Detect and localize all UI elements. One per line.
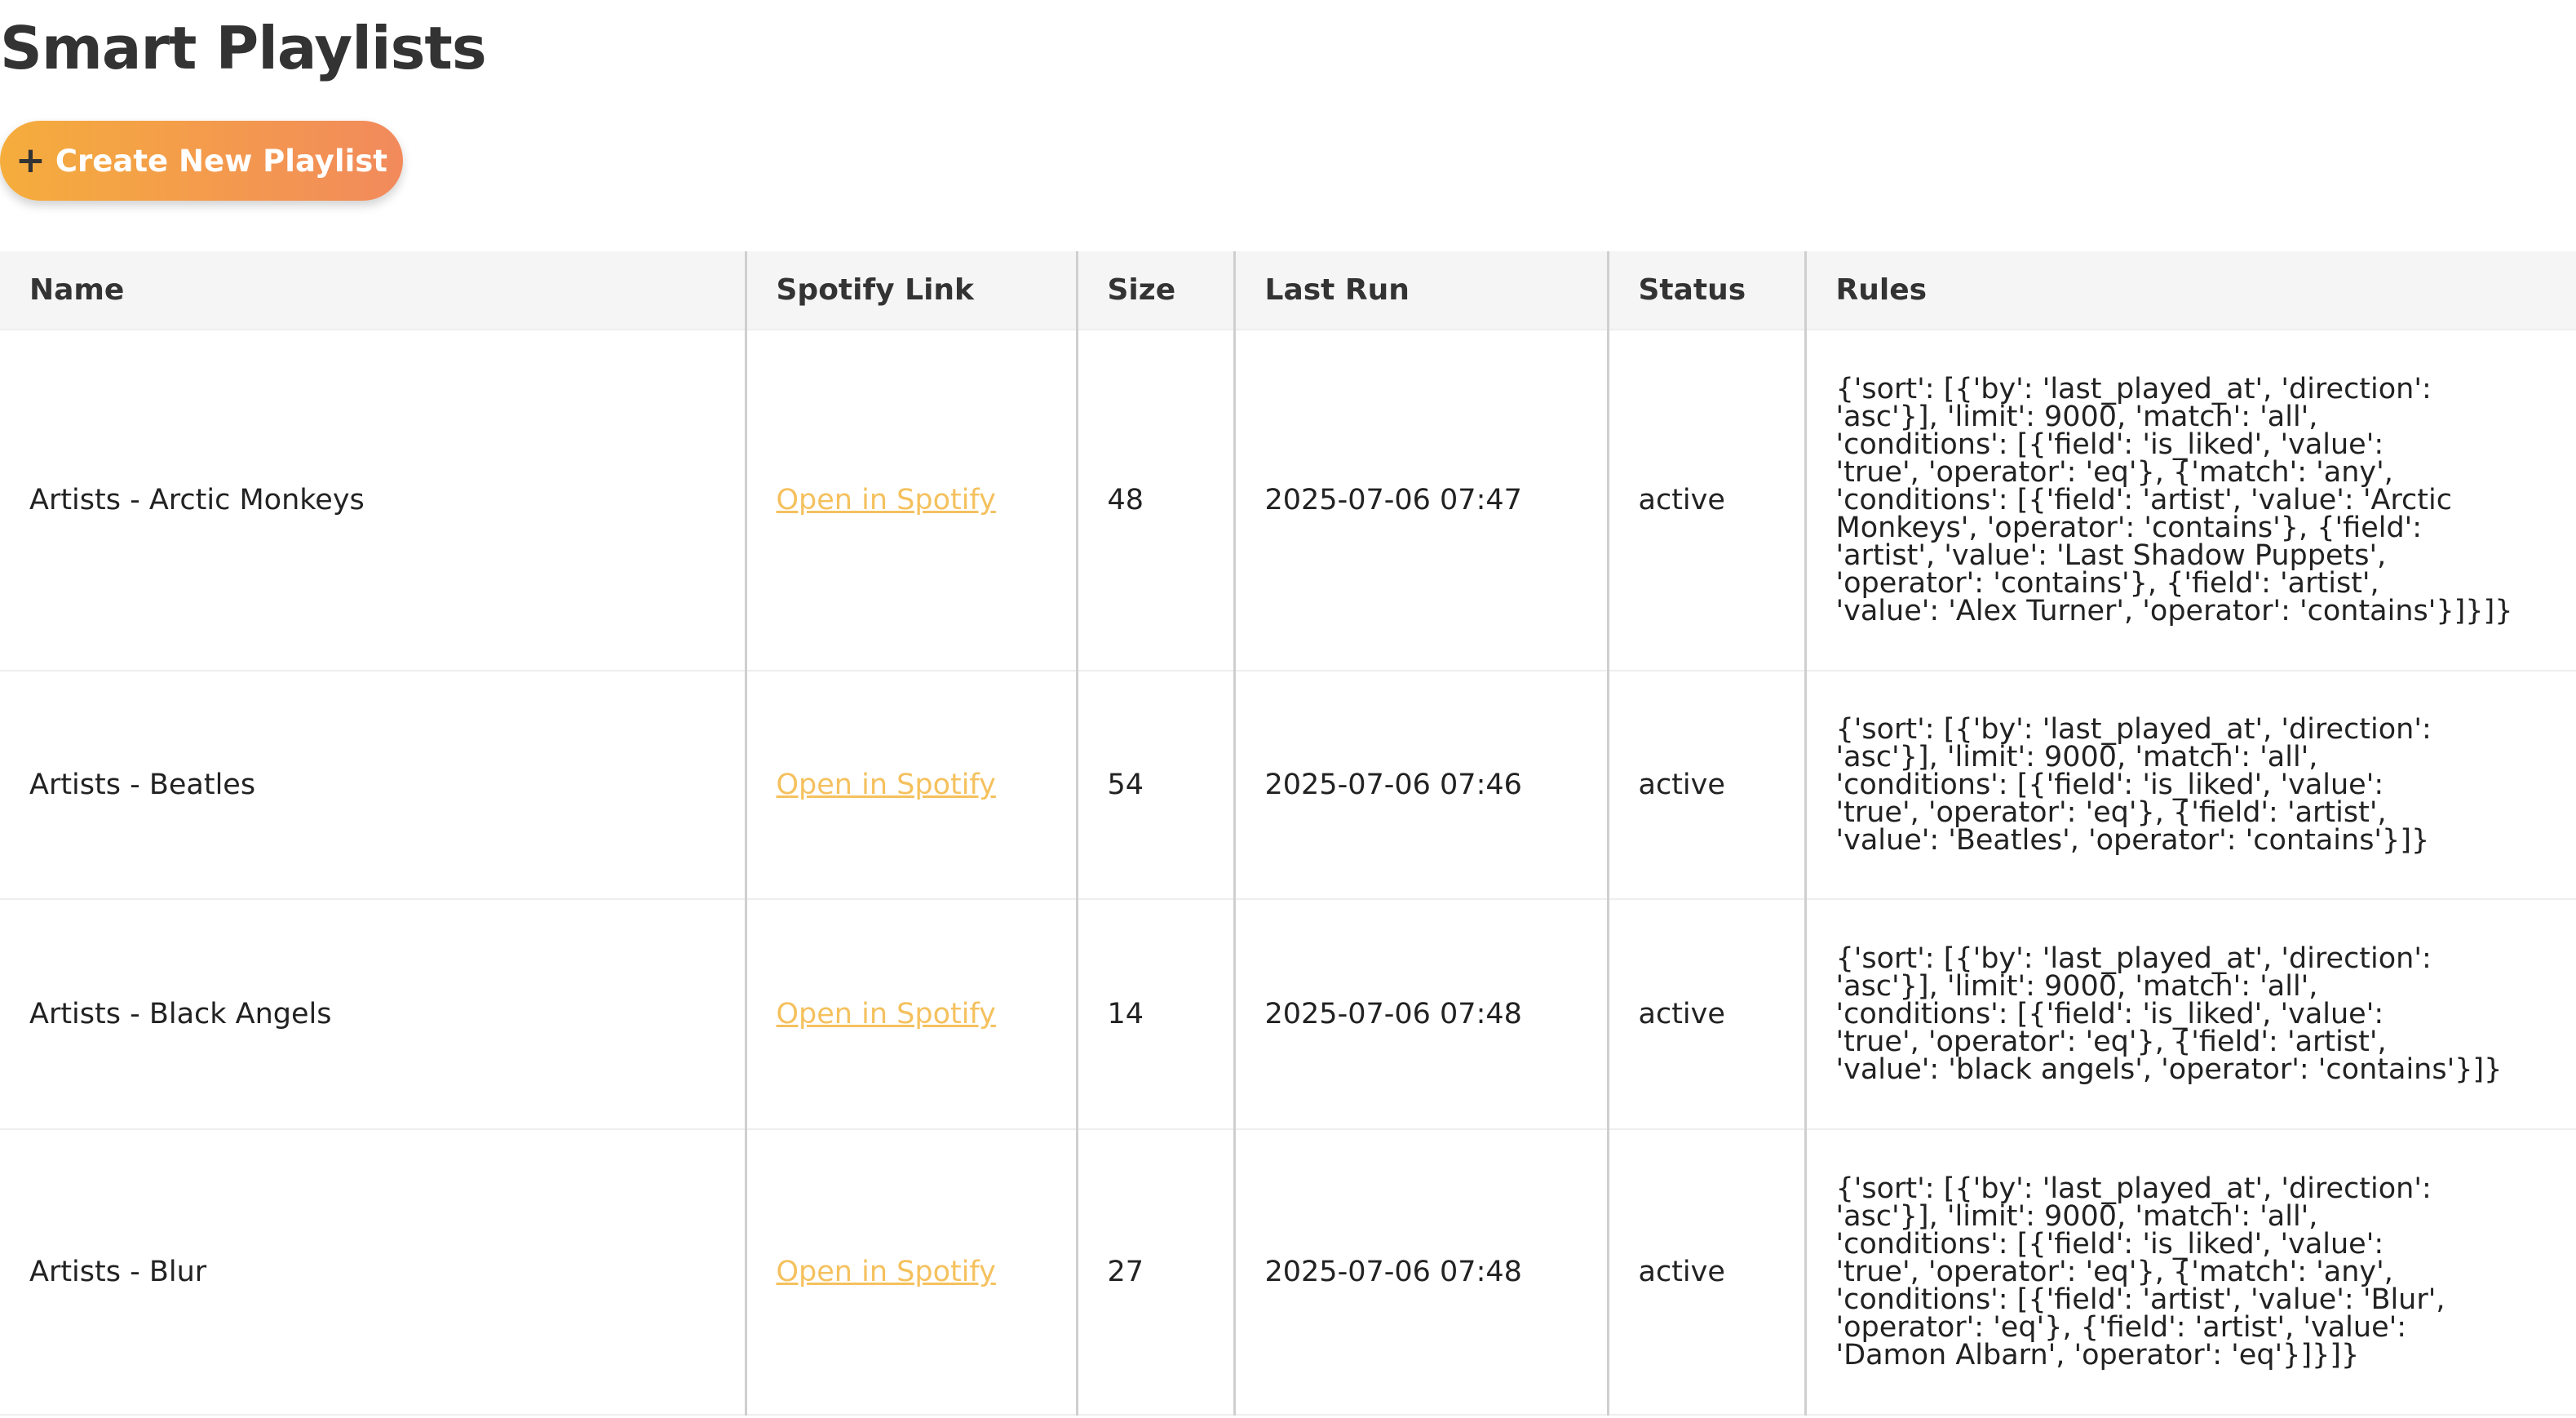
playlist-status: active xyxy=(1608,671,1807,900)
table-row[interactable]: Artists - Arctic Monkeys Open in Spotify… xyxy=(0,330,2576,671)
playlist-rules: {'sort': [{'by': 'last_played_at', 'dire… xyxy=(1805,899,2576,1130)
playlist-last-run: 2025-07-06 07:46 xyxy=(1234,671,1609,900)
column-header-status[interactable]: Status xyxy=(1608,251,1807,330)
spotify-link-cell: Open in Spotify xyxy=(746,1129,1078,1416)
table-row[interactable]: Artists - Black Angels Open in Spotify 1… xyxy=(0,899,2576,1130)
open-in-spotify-link[interactable]: Open in Spotify xyxy=(777,998,996,1030)
playlist-size: 14 xyxy=(1077,899,1236,1130)
playlist-name: Artists - Arctic Monkeys xyxy=(0,330,747,671)
open-in-spotify-link[interactable]: Open in Spotify xyxy=(777,769,996,801)
playlist-status: active xyxy=(1608,330,1807,671)
page-title: Smart Playlists xyxy=(0,14,487,82)
column-header-last-run[interactable]: Last Run xyxy=(1234,251,1609,330)
playlist-size: 48 xyxy=(1077,330,1236,671)
table-row[interactable]: Artists - Blur Open in Spotify 27 2025-0… xyxy=(0,1129,2576,1416)
table-header-row: Name Spotify Link Size Last Run Status R… xyxy=(0,251,2576,330)
spotify-link-cell: Open in Spotify xyxy=(746,330,1078,671)
playlist-size: 54 xyxy=(1077,671,1236,900)
playlist-name: Artists - Beatles xyxy=(0,671,747,900)
spotify-link-cell: Open in Spotify xyxy=(746,671,1078,900)
open-in-spotify-link[interactable]: Open in Spotify xyxy=(777,1256,996,1288)
playlist-last-run: 2025-07-06 07:47 xyxy=(1234,330,1609,671)
playlist-status: active xyxy=(1608,899,1807,1130)
create-new-playlist-label: Create New Playlist xyxy=(55,143,387,179)
column-header-spotify-link[interactable]: Spotify Link xyxy=(746,251,1078,330)
playlist-rules: {'sort': [{'by': 'last_played_at', 'dire… xyxy=(1805,671,2576,900)
playlist-last-run: 2025-07-06 07:48 xyxy=(1234,1129,1609,1416)
playlist-name: Artists - Black Angels xyxy=(0,899,747,1130)
playlist-rules: {'sort': [{'by': 'last_played_at', 'dire… xyxy=(1805,330,2576,671)
playlist-status: active xyxy=(1608,1129,1807,1416)
column-header-name[interactable]: Name xyxy=(0,251,747,330)
playlist-last-run: 2025-07-06 07:48 xyxy=(1234,899,1609,1130)
create-new-playlist-button[interactable]: + Create New Playlist xyxy=(0,121,403,201)
open-in-spotify-link[interactable]: Open in Spotify xyxy=(777,484,996,516)
table-row[interactable]: Artists - Beatles Open in Spotify 54 202… xyxy=(0,671,2576,900)
spotify-link-cell: Open in Spotify xyxy=(746,899,1078,1130)
page: Smart Playlists + Create New Playlist Na… xyxy=(0,0,2576,1418)
playlist-name: Artists - Blur xyxy=(0,1129,747,1416)
plus-icon: + xyxy=(15,140,46,181)
playlist-rules: {'sort': [{'by': 'last_played_at', 'dire… xyxy=(1805,1129,2576,1416)
playlist-size: 27 xyxy=(1077,1129,1236,1416)
column-header-rules[interactable]: Rules xyxy=(1805,251,2576,330)
playlists-table: Name Spotify Link Size Last Run Status R… xyxy=(0,251,2576,1416)
column-header-size[interactable]: Size xyxy=(1077,251,1236,330)
